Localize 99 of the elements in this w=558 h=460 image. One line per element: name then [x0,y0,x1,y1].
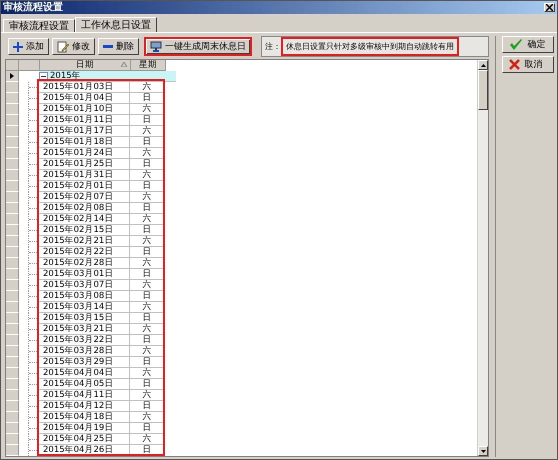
date-cell: 2015年03月15日 [39,313,130,324]
weekday-cell: 日 [130,137,165,148]
date-cell: 2015年04月18日 [39,412,130,423]
weekday-cell: 六 [130,412,165,423]
date-cell: 2015年03月01日 [39,269,130,280]
weekday-cell: 日 [130,115,165,126]
toolbar-button[interactable]: 一键生成周末休息日 [144,37,252,56]
date-cell: 2015年04月11日 [39,390,130,401]
weekday-cell: 六 [130,390,165,401]
note-text: 休息日设置只针对多级审核中到期自动跳转有用 [283,39,457,54]
date-cell: 2015年02月28日 [39,258,130,269]
weekday-cell: 日 [130,247,165,258]
toolbar-button[interactable]: 删除 [98,38,139,55]
weekday-cell: 日 [130,401,165,412]
weekday-cell: 六 [130,192,165,203]
header-corner [6,60,19,71]
down-arrow-icon [480,450,486,452]
plus-icon [13,42,23,52]
weekday-cell: 六 [130,104,165,115]
scroll-thumb[interactable] [478,70,488,110]
weekday-cell: 六 [130,258,165,269]
row-indicator[interactable] [6,71,19,82]
weekday-cell: 六 [130,148,165,159]
date-cell: 2015年02月22日 [39,247,130,258]
date-cell: 2015年03月08日 [39,291,130,302]
date-cell: 2015年04月04日 [39,368,130,379]
tab[interactable]: 审核流程设置 [3,19,75,32]
date-cell: 2015年01月18日 [39,137,130,148]
date-cell: 2015年02月15日 [39,225,130,236]
group-label: 2015年 [50,71,81,81]
toolbar-button[interactable]: 修改 [52,38,95,55]
date-cell: 2015年01月25日 [39,159,130,170]
weekday-cell: 日 [130,445,165,456]
date-cell: 2015年04月19日 [39,423,130,434]
date-cell: 2015年01月04日 [39,93,130,104]
date-cell: 2015年01月11日 [39,115,130,126]
date-cell: 2015年04月05日 [39,379,130,390]
date-cell: 2015年01月24日 [39,148,130,159]
date-cell: 2015年03月14日 [39,302,130,313]
column-header[interactable]: 星期 [131,60,166,71]
weekday-cell: 六 [130,324,165,335]
collapse-icon[interactable] [39,72,48,80]
date-cell: 2015年02月14日 [39,214,130,225]
vertical-scrollbar[interactable] [477,60,488,456]
date-cell: 2015年02月08日 [39,203,130,214]
window-title: 审核流程设置 [3,1,63,14]
note-label: 注： [265,41,281,52]
date-cell: 2015年03月22日 [39,335,130,346]
scroll-down-button[interactable] [478,446,488,456]
date-cell: 2015年02月21日 [39,236,130,247]
header-spacer [19,60,40,71]
weekday-cell: 六 [130,170,165,181]
weekday-cell: 日 [130,93,165,104]
date-cell: 2015年02月07日 [39,192,130,203]
weekday-cell: 日 [130,423,165,434]
close-button[interactable] [544,3,555,12]
weekday-cell: 日 [130,225,165,236]
date-cell: 2015年04月12日 [39,401,130,412]
weekday-cell: 六 [130,346,165,357]
weekday-cell: 六 [130,126,165,137]
date-cell: 2015年03月21日 [39,324,130,335]
dialog-button[interactable]: 确定 [502,36,554,53]
minus-icon [103,44,113,48]
date-cell: 2015年01月17日 [39,126,130,137]
cross-icon [509,59,520,70]
weekday-cell: 日 [130,357,165,368]
scroll-up-button[interactable] [478,60,488,70]
date-cell: 2015年03月07日 [39,280,130,291]
date-cell: 2015年01月31日 [39,170,130,181]
weekday-cell: 六 [130,82,165,93]
computer-icon [150,41,162,52]
weekday-cell: 日 [130,181,165,192]
date-cell: 2015年02月01日 [39,181,130,192]
date-cell: 2015年04月25日 [39,434,130,445]
weekday-cell: 六 [130,368,165,379]
weekday-cell: 六 [130,434,165,445]
weekday-cell: 六 [130,280,165,291]
weekday-cell: 日 [130,291,165,302]
document-pencil-icon [57,40,69,52]
weekday-cell: 日 [130,203,165,214]
toolbar-button[interactable]: 添加 [8,38,49,55]
weekday-cell: 日 [130,379,165,390]
weekday-cell: 六 [130,302,165,313]
weekday-cell: 日 [130,159,165,170]
weekday-cell: 日 [130,335,165,346]
checkmark-icon [509,38,524,50]
date-cell: 2015年04月26日 [39,445,130,456]
weekday-cell: 六 [130,214,165,225]
date-cell: 2015年03月29日 [39,357,130,368]
date-cell: 2015年01月10日 [39,104,130,115]
weekday-cell: 六 [130,236,165,247]
column-header[interactable]: 日期 [40,60,131,71]
up-arrow-icon [480,64,486,66]
date-cell: 2015年01月03日 [39,82,130,93]
tab[interactable]: 工作休息日设置 [75,17,157,32]
date-cell: 2015年03月28日 [39,346,130,357]
weekday-cell: 日 [130,269,165,280]
dialog-button[interactable]: 取消 [502,56,554,73]
weekday-cell: 日 [130,313,165,324]
